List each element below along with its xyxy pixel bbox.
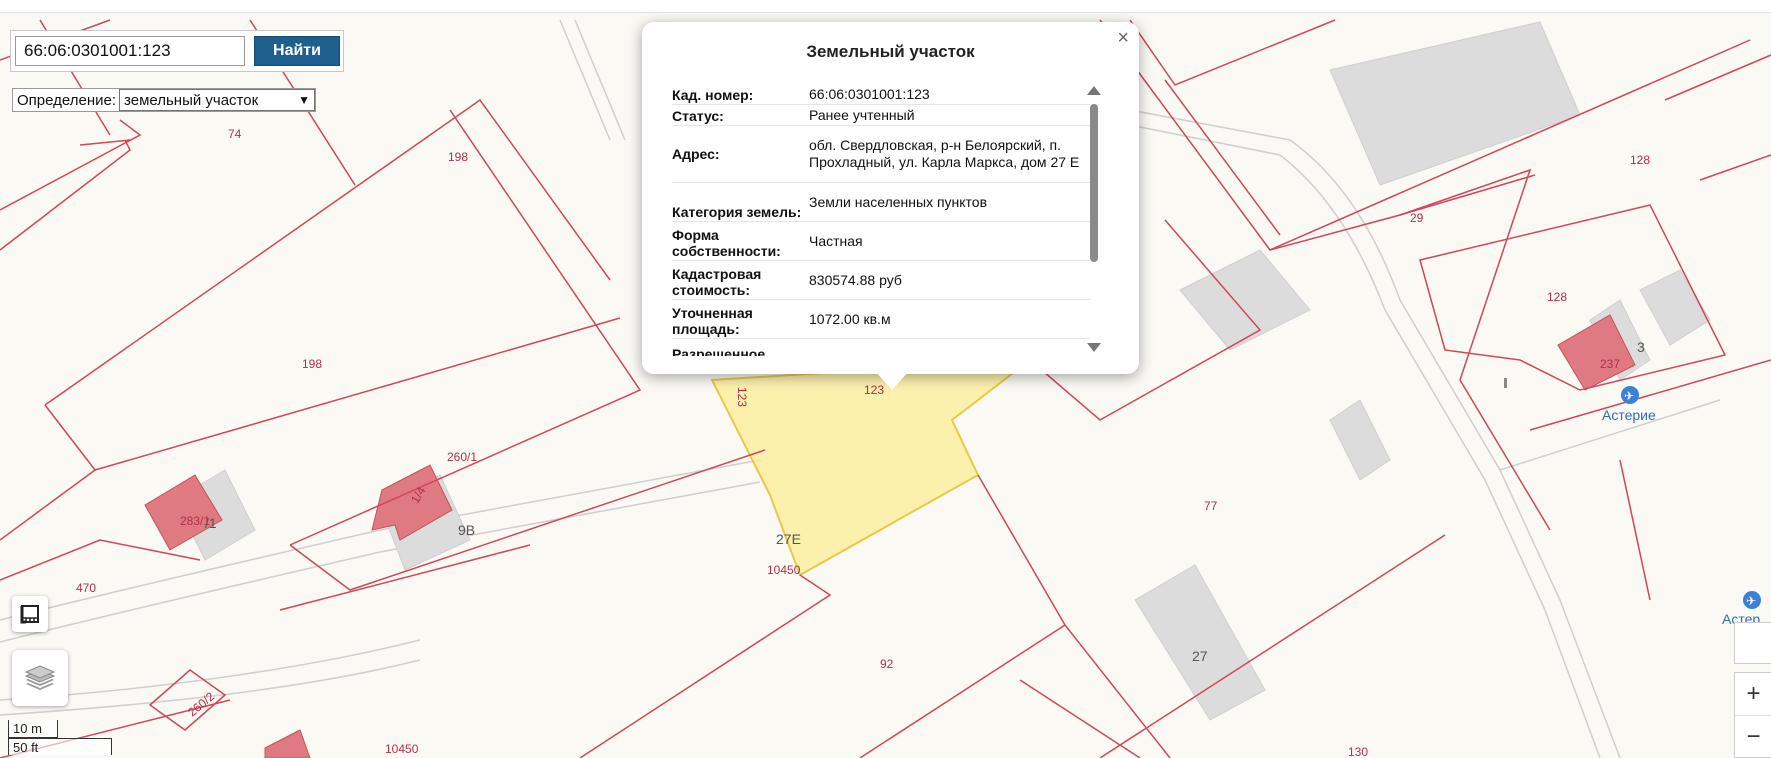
prop-key: Кад. номер: — [672, 87, 754, 103]
popup-properties: Кад. номер: 66:06:0301001:123 Статус: Ра… — [672, 84, 1090, 356]
prop-row: Кадастровая стоимость: 830574.88 руб — [672, 261, 1090, 300]
definition-selected-value: земельный участок — [124, 91, 259, 109]
prop-value: 830574.88 руб — [809, 271, 902, 288]
prop-value: Ранее учтенный — [809, 106, 915, 123]
parcel-info-popup: × Земельный участок Кад. номер: 66:06:03… — [642, 22, 1139, 374]
prop-row: Уточненная площадь: 1072.00 кв.м — [672, 300, 1090, 339]
scale-metric: 10 m — [8, 720, 58, 738]
house-number: /1 — [205, 515, 217, 531]
parcel-label: 198 — [448, 150, 468, 164]
measure-button[interactable] — [12, 596, 48, 632]
prop-value: 66:06:0301001:123 — [809, 85, 930, 102]
prop-row: Статус: Ранее учтенный — [672, 105, 1090, 126]
zoom-out-button[interactable]: − — [1735, 716, 1771, 758]
popup-title: Земельный участок — [806, 42, 975, 61]
prop-value: Частная — [809, 232, 863, 249]
scroll-down-icon[interactable] — [1087, 343, 1101, 352]
search-panel: Найти — [10, 30, 344, 72]
parcel-label: 260/1 — [447, 450, 477, 464]
definition-panel: Определение: земельный участок ▼ — [12, 88, 316, 112]
marker-icon — [1504, 378, 1507, 388]
plane-icon: ✈ — [1624, 389, 1634, 403]
parcel-label: 29 — [1410, 211, 1424, 225]
layers-button[interactable] — [12, 650, 68, 706]
right-tool-button[interactable] — [1734, 622, 1771, 664]
parcel-label: 74 — [228, 127, 242, 141]
prop-row: Кад. номер: 66:06:0301001:123 — [672, 84, 1090, 105]
popup-pointer — [876, 372, 908, 390]
prop-key: Статус: — [672, 108, 724, 124]
prop-key: Адрес: — [672, 146, 720, 162]
chevron-down-icon: ▼ — [298, 93, 310, 107]
parcel-label: 10450 — [385, 742, 419, 756]
zoom-in-button[interactable]: + — [1735, 673, 1771, 716]
definition-label: Определение: — [17, 91, 117, 109]
poi-label: Астерие — [1602, 407, 1656, 423]
house-number: 9В — [458, 522, 475, 538]
prop-value: обл. Свердловская, р-н Белоярский, п. Пр… — [809, 137, 1080, 170]
prop-key: Разрешенное — [672, 346, 766, 356]
parcel-label: 130 — [1348, 745, 1368, 758]
prop-row: Адрес: обл. Свердловская, р-н Белоярский… — [672, 126, 1090, 183]
house-number: 27 — [1192, 648, 1208, 664]
parcel-label: 128 — [1630, 153, 1650, 167]
definition-select[interactable]: земельный участок ▼ — [119, 89, 315, 111]
layers-icon — [24, 665, 56, 690]
prop-value: 1072.00 кв.м — [809, 310, 891, 327]
cadastral-search-input[interactable] — [15, 36, 245, 66]
prop-row: Разрешенное — [672, 339, 1090, 356]
prop-row: Форма собственности: Частная — [672, 222, 1090, 261]
parcel-label: 27Е — [776, 531, 801, 547]
scroll-thumb[interactable] — [1090, 104, 1098, 262]
prop-value: Земли населенных пунктов — [809, 193, 988, 210]
poi-asterie[interactable]: ✈ Астерие — [1602, 386, 1656, 423]
parcel-label: 198 — [302, 357, 322, 371]
top-border — [0, 0, 1771, 13]
scroll-up-icon[interactable] — [1087, 86, 1101, 95]
parcel-label: 77 — [1204, 499, 1218, 513]
zoom-control: + − — [1734, 672, 1771, 758]
plane-icon: ✈ — [1746, 594, 1756, 608]
scale-bar: 10 m 50 ft — [8, 720, 122, 755]
house-number: 3 — [1637, 339, 1645, 355]
ruler-icon — [20, 605, 39, 624]
parcel-label: 123 — [735, 387, 749, 407]
prop-key: Форма собственности: — [672, 227, 781, 259]
prop-key: Кадастровая стоимость: — [672, 266, 762, 298]
prop-key: Уточненная площадь: — [672, 305, 753, 337]
parcel-label: 10450 — [767, 563, 801, 577]
find-button[interactable]: Найти — [254, 36, 340, 66]
prop-value — [809, 339, 1090, 356]
parcel-label: 470 — [76, 581, 96, 595]
prop-key: Категория земель: — [672, 204, 802, 220]
parcel-label: 92 — [880, 657, 894, 671]
parcel-label: 128 — [1547, 290, 1567, 304]
prop-row: Категория земель: Земли населенных пункт… — [672, 183, 1090, 222]
scale-imperial: 50 ft — [8, 738, 112, 755]
popup-scrollbar[interactable] — [1087, 84, 1101, 352]
parcel-label: 237 — [1600, 357, 1620, 371]
